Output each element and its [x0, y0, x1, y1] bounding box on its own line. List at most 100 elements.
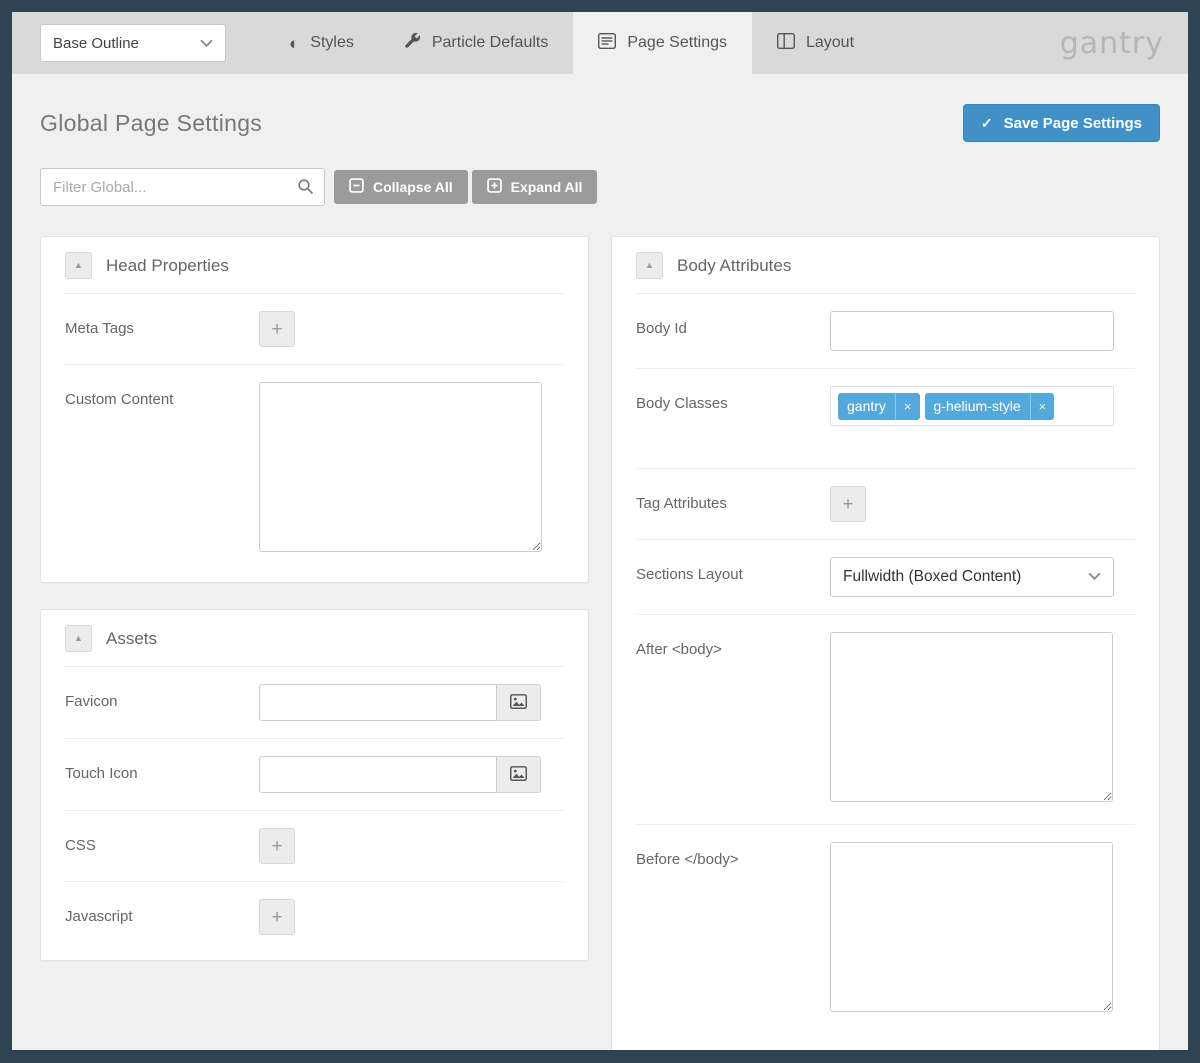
right-column: ▲ Body Attributes Body Id Body Classes: [611, 236, 1160, 1050]
expand-all-button[interactable]: Expand All: [472, 170, 598, 204]
contrast-icon: ◐: [289, 35, 299, 52]
page-header: Global Page Settings ✓ Save Page Setting…: [40, 104, 1160, 142]
caret-up-icon: ▲: [74, 634, 83, 643]
field-label: Body Classes: [636, 386, 830, 426]
touch-icon-image-picker-button[interactable]: [497, 756, 541, 793]
page-title: Global Page Settings: [40, 110, 262, 137]
body-attributes-panel: ▲ Body Attributes Body Id Body Classes: [611, 236, 1160, 1050]
field-body-classes: Body Classes gantry × g-helium-style: [636, 369, 1135, 469]
chevron-down-icon: [1088, 568, 1101, 586]
field-favicon: Favicon: [65, 667, 564, 739]
filter-bar: Collapse All Expand All: [40, 168, 1160, 206]
filter-global-input[interactable]: [40, 168, 325, 206]
field-after-body: After <body>: [636, 615, 1135, 825]
field-label: Before </body>: [636, 842, 830, 1017]
field-tag-attributes: Tag Attributes +: [636, 469, 1135, 540]
remove-tag-icon[interactable]: ×: [1030, 393, 1055, 420]
panel-header: ▲ Assets: [65, 610, 564, 667]
field-label: Favicon: [65, 684, 259, 721]
panel-title: Assets: [106, 629, 157, 649]
tab-layout[interactable]: Layout: [752, 12, 879, 74]
plus-icon: +: [271, 908, 282, 927]
tag-gantry: gantry ×: [838, 393, 920, 420]
collapse-panel-button[interactable]: ▲: [65, 252, 92, 279]
tag-label: gantry: [838, 398, 895, 414]
field-body-id: Body Id: [636, 294, 1135, 369]
field-touch-icon: Touch Icon: [65, 739, 564, 811]
panel-title: Head Properties: [106, 256, 229, 276]
tab-label: Styles: [310, 34, 354, 52]
field-meta-tags: Meta Tags +: [65, 294, 564, 365]
add-meta-tag-button[interactable]: +: [259, 311, 295, 347]
favicon-input[interactable]: [259, 684, 497, 721]
left-column: ▲ Head Properties Meta Tags +: [40, 236, 589, 961]
check-icon: ✓: [981, 115, 993, 132]
caret-up-icon: ▲: [74, 261, 83, 270]
collapse-all-label: Collapse All: [373, 179, 453, 195]
field-sections-layout: Sections Layout Fullwidth (Boxed Content…: [636, 540, 1135, 615]
remove-tag-icon[interactable]: ×: [895, 393, 920, 420]
tab-particle-defaults[interactable]: Particle Defaults: [379, 12, 574, 74]
field-label: Tag Attributes: [636, 486, 830, 522]
touch-icon-input[interactable]: [259, 756, 497, 793]
plus-icon: +: [271, 837, 282, 856]
add-css-button[interactable]: +: [259, 828, 295, 864]
sections-layout-select[interactable]: Fullwidth (Boxed Content): [830, 557, 1114, 597]
field-label: CSS: [65, 828, 259, 864]
plus-icon: +: [842, 495, 853, 514]
tab-page-settings[interactable]: Page Settings: [573, 12, 752, 74]
touch-icon-input-group: [259, 756, 564, 793]
panel-title: Body Attributes: [677, 256, 791, 276]
toolbar: Base Outline ◐ Styles Particle Defaults: [12, 12, 1188, 74]
favicon-image-picker-button[interactable]: [497, 684, 541, 721]
after-body-textarea[interactable]: [830, 632, 1113, 802]
field-custom-content: Custom Content: [65, 365, 564, 574]
caret-up-icon: ▲: [645, 261, 654, 270]
expand-icon: [487, 178, 502, 196]
save-button-label: Save Page Settings: [1004, 115, 1142, 132]
outline-select-value: Base Outline: [53, 35, 139, 52]
custom-content-textarea[interactable]: [259, 382, 542, 552]
page-content: Global Page Settings ✓ Save Page Setting…: [12, 74, 1188, 1050]
save-page-settings-button[interactable]: ✓ Save Page Settings: [963, 104, 1160, 142]
filter-input-wrap: [40, 168, 325, 206]
collapse-panel-button[interactable]: ▲: [636, 252, 663, 279]
collapse-all-button[interactable]: Collapse All: [334, 170, 468, 204]
add-tag-attribute-button[interactable]: +: [830, 486, 866, 522]
expand-all-label: Expand All: [511, 179, 583, 195]
tag-g-helium-style: g-helium-style ×: [925, 393, 1055, 420]
collapse-icon: [349, 178, 364, 196]
tab-label: Page Settings: [627, 34, 727, 52]
field-label: Javascript: [65, 899, 259, 935]
image-icon: [510, 766, 527, 784]
field-label: Meta Tags: [65, 311, 259, 347]
outline-select[interactable]: Base Outline: [40, 24, 226, 62]
field-label: After <body>: [636, 632, 830, 807]
settings-columns: ▲ Head Properties Meta Tags +: [40, 236, 1160, 1050]
tab-label: Particle Defaults: [432, 34, 549, 52]
assets-panel: ▲ Assets Favicon: [40, 609, 589, 961]
add-javascript-button[interactable]: +: [259, 899, 295, 935]
sections-layout-value: Fullwidth (Boxed Content): [843, 568, 1021, 586]
tag-label: g-helium-style: [925, 398, 1030, 414]
layout-grid-icon: [777, 33, 795, 54]
toolbar-tabs: ◐ Styles Particle Defaults Page Settings: [264, 12, 879, 74]
before-body-textarea[interactable]: [830, 842, 1113, 1012]
field-label: Custom Content: [65, 382, 259, 557]
tab-label: Layout: [806, 34, 854, 52]
panel-header: ▲ Body Attributes: [636, 237, 1135, 294]
favicon-input-group: [259, 684, 564, 721]
panel-header: ▲ Head Properties: [65, 237, 564, 294]
search-icon: [297, 178, 314, 200]
tab-styles[interactable]: ◐ Styles: [264, 12, 379, 74]
body-id-input[interactable]: [830, 311, 1114, 351]
collapse-panel-button[interactable]: ▲: [65, 625, 92, 652]
app-frame: Base Outline ◐ Styles Particle Defaults: [0, 0, 1200, 1063]
gantry-logo: gantry: [1060, 26, 1188, 61]
body-classes-input[interactable]: gantry × g-helium-style ×: [830, 386, 1114, 426]
wrench-icon: [404, 32, 421, 54]
list-alt-icon: [598, 33, 616, 54]
head-properties-panel: ▲ Head Properties Meta Tags +: [40, 236, 589, 583]
field-label: Body Id: [636, 311, 830, 351]
field-label: Sections Layout: [636, 557, 830, 597]
